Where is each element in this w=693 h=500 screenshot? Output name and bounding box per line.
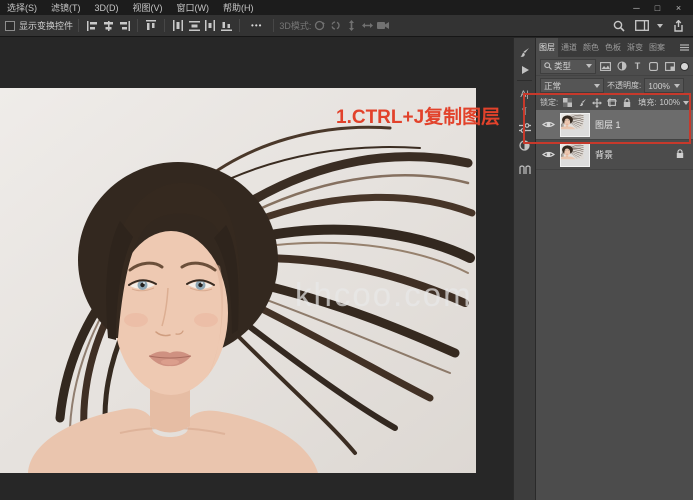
tab-layers[interactable]: 图层 bbox=[536, 38, 558, 57]
actions-panel-icon[interactable] bbox=[514, 63, 535, 77]
layers-panel: 图层 通道 颜色 色板 渐变 图案 类型 T bbox=[536, 38, 693, 500]
workspace-caret-icon[interactable] bbox=[657, 24, 663, 28]
search-icon[interactable] bbox=[611, 18, 627, 33]
workspace: khcoo.com 1.CTRL+J复制图层 A| ¶ 图层 通道 颜色 色板 … bbox=[0, 38, 693, 500]
layer-name: 图层 1 bbox=[595, 118, 621, 131]
show-transform-label: 显示变换控件 bbox=[19, 19, 73, 32]
lock-image-pixels-icon[interactable] bbox=[576, 97, 588, 108]
blend-mode-select[interactable]: 正常 bbox=[540, 78, 604, 93]
layer-lock-icon bbox=[676, 149, 684, 161]
pixel-filter-icon[interactable] bbox=[599, 60, 612, 73]
filter-toggle[interactable] bbox=[680, 62, 689, 71]
more-options-button[interactable]: ••• bbox=[245, 21, 268, 30]
character-panel-icon[interactable]: A| bbox=[514, 87, 535, 101]
lock-row: 锁定: 填充: 100% bbox=[536, 95, 693, 110]
3d-slide-icon bbox=[359, 18, 375, 33]
type-filter-icon[interactable]: T bbox=[631, 60, 644, 73]
3d-orbit-icon bbox=[311, 18, 327, 33]
watermark-text: khcoo.com bbox=[295, 276, 473, 314]
brush-settings-panel-icon[interactable] bbox=[514, 46, 535, 60]
search-icon bbox=[544, 62, 552, 70]
workspace-switcher-icon[interactable] bbox=[634, 18, 650, 33]
tab-swatches[interactable]: 色板 bbox=[602, 38, 624, 57]
distribute-hcenter-icon[interactable] bbox=[202, 18, 218, 33]
blend-mode-value: 正常 bbox=[544, 80, 561, 92]
layer-filter-row: 类型 T bbox=[536, 57, 693, 76]
tab-channels[interactable]: 通道 bbox=[558, 38, 580, 57]
opacity-select[interactable]: 100% bbox=[644, 78, 684, 93]
layer-row-background[interactable]: 背景 bbox=[536, 140, 693, 170]
options-bar: 显示变换控件 ••• 3D模式: bbox=[0, 15, 693, 37]
align-top-icon[interactable] bbox=[143, 18, 159, 33]
panel-dock-strip: A| ¶ bbox=[513, 38, 536, 500]
fill-caret-icon[interactable] bbox=[683, 101, 689, 105]
distribute-bottom-icon[interactable] bbox=[218, 18, 234, 33]
photoshop-window: 选择(S) 滤镜(T) 3D(D) 视图(V) 窗口(W) 帮助(H) ─ □ … bbox=[0, 0, 693, 500]
show-transform-checkbox[interactable] bbox=[5, 21, 15, 31]
visibility-eye-icon[interactable] bbox=[541, 120, 555, 129]
panel-menu-icon[interactable] bbox=[676, 38, 693, 57]
lock-artboard-icon[interactable] bbox=[606, 97, 618, 108]
lock-all-icon[interactable] bbox=[621, 97, 633, 108]
layer-thumbnail[interactable] bbox=[560, 143, 590, 167]
3d-roll-icon bbox=[327, 18, 343, 33]
menu-window[interactable]: 窗口(W) bbox=[170, 1, 217, 14]
menu-view[interactable]: 视图(V) bbox=[126, 1, 170, 14]
align-center-icon[interactable] bbox=[100, 18, 116, 33]
menu-bar: 选择(S) 滤镜(T) 3D(D) 视图(V) 窗口(W) 帮助(H) ─ □ … bbox=[0, 0, 693, 15]
menu-help[interactable]: 帮助(H) bbox=[216, 1, 261, 14]
window-controls: ─ □ × bbox=[626, 3, 693, 13]
opacity-value: 100% bbox=[648, 81, 670, 91]
tab-gradients[interactable]: 渐变 bbox=[624, 38, 646, 57]
menu-3d[interactable]: 3D(D) bbox=[88, 3, 126, 13]
layer-thumbnail[interactable] bbox=[560, 113, 590, 137]
menu-select[interactable]: 选择(S) bbox=[0, 1, 44, 14]
lock-transparent-pixels-icon[interactable] bbox=[561, 97, 573, 108]
tab-patterns[interactable]: 图案 bbox=[646, 38, 668, 57]
kind-filter-label: 类型 bbox=[554, 60, 571, 72]
libraries-panel-icon[interactable] bbox=[514, 162, 535, 176]
3d-zoom-camera-icon bbox=[375, 18, 391, 33]
canvas-area[interactable]: khcoo.com 1.CTRL+J复制图层 bbox=[0, 38, 513, 500]
share-icon[interactable] bbox=[670, 18, 686, 33]
close-button[interactable]: × bbox=[668, 3, 689, 13]
visibility-eye-icon[interactable] bbox=[541, 150, 555, 159]
align-right-icon[interactable] bbox=[116, 18, 132, 33]
fill-label: 填充: bbox=[638, 97, 656, 108]
smart-object-filter-icon[interactable] bbox=[663, 60, 676, 73]
tab-color[interactable]: 颜色 bbox=[580, 38, 602, 57]
blend-mode-row: 正常 不透明度: 100% bbox=[536, 76, 693, 95]
align-left-icon[interactable] bbox=[84, 18, 100, 33]
lock-label: 锁定: bbox=[540, 97, 558, 108]
distribute-vcenter-icon[interactable] bbox=[186, 18, 202, 33]
3d-pan-icon bbox=[343, 18, 359, 33]
adjustments-panel-icon[interactable] bbox=[514, 138, 535, 152]
minimize-button[interactable]: ─ bbox=[626, 3, 647, 13]
annotation-text: 1.CTRL+J复制图层 bbox=[336, 102, 500, 129]
panel-tab-row: 图层 通道 颜色 色板 渐变 图案 bbox=[536, 38, 693, 57]
document-image[interactable]: khcoo.com bbox=[0, 88, 476, 473]
opacity-label: 不透明度: bbox=[607, 80, 641, 91]
kind-filter-select[interactable]: 类型 bbox=[540, 59, 596, 74]
fill-value[interactable]: 100% bbox=[659, 98, 679, 107]
shape-filter-icon[interactable] bbox=[647, 60, 660, 73]
paragraph-panel-icon[interactable]: ¶ bbox=[514, 104, 535, 118]
menu-filter[interactable]: 滤镜(T) bbox=[44, 1, 88, 14]
maximize-button[interactable]: □ bbox=[647, 3, 668, 13]
adjustment-filter-icon[interactable] bbox=[615, 60, 628, 73]
3d-mode-label: 3D模式: bbox=[279, 19, 311, 32]
layer-name: 背景 bbox=[595, 148, 613, 161]
properties-panel-icon[interactable] bbox=[514, 121, 535, 135]
lock-position-icon[interactable] bbox=[591, 97, 603, 108]
layer-row-layer1[interactable]: 图层 1 bbox=[536, 110, 693, 140]
distribute-top-icon[interactable] bbox=[170, 18, 186, 33]
